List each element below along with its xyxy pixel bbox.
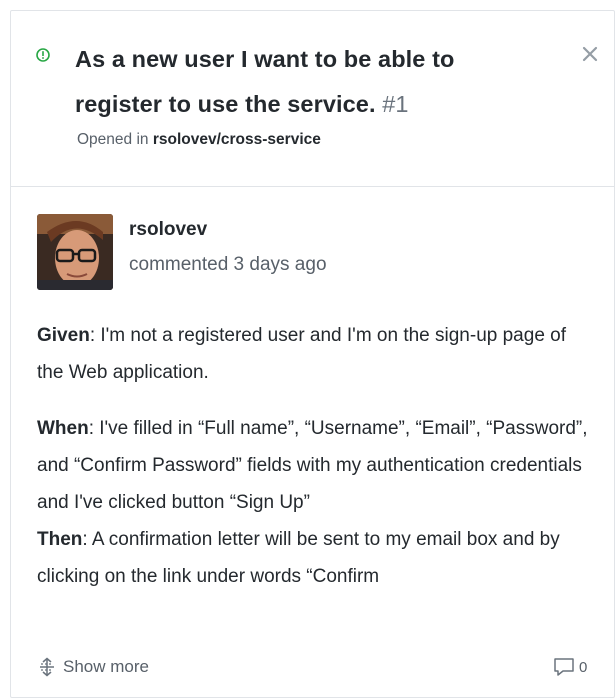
issue-title[interactable]: As a new user I want to be able to regis… [75, 37, 515, 127]
when-label: When [37, 418, 89, 439]
comment-icon [554, 658, 574, 676]
unfold-icon [40, 657, 54, 677]
avatar-image [37, 214, 113, 290]
issue-number: #1 [382, 91, 409, 117]
issue-opened-icon [36, 48, 50, 62]
then-text: : A confirmation letter will be sent to … [37, 529, 560, 587]
show-more-label: Show more [63, 657, 149, 676]
issue-card: As a new user I want to be able to regis… [10, 10, 615, 698]
comment-author[interactable]: rsolovev [129, 219, 207, 241]
when-text: : I've filled in “Full name”, “Username”… [37, 418, 588, 513]
issue-header: As a new user I want to be able to regis… [11, 11, 614, 187]
comments-count-value: 0 [579, 658, 588, 676]
comment-timestamp: commented 3 days ago [129, 254, 327, 275]
issue-meta: Opened in rsolovev/cross-service [77, 131, 321, 149]
then-label: Then [37, 529, 83, 550]
given-text: : I'm not a registered user and I'm on t… [37, 325, 567, 383]
given-paragraph: Given: I'm not a registered user and I'm… [37, 317, 597, 391]
show-more-button[interactable]: Show more [37, 657, 149, 677]
comments-count[interactable]: 0 [553, 657, 587, 677]
repo-link[interactable]: rsolovev/cross-service [153, 131, 321, 148]
close-icon[interactable] [579, 43, 601, 65]
content-fade [11, 582, 614, 642]
when-paragraph: When: I've filled in “Full name”, “Usern… [37, 410, 597, 521]
given-label: Given [37, 325, 90, 346]
avatar[interactable] [37, 214, 113, 290]
opened-prefix: Opened in [77, 131, 149, 148]
comment: rsolovev commented 3 days ago Given: I'm… [11, 187, 614, 697]
comment-body: Given: I'm not a registered user and I'm… [37, 317, 597, 627]
